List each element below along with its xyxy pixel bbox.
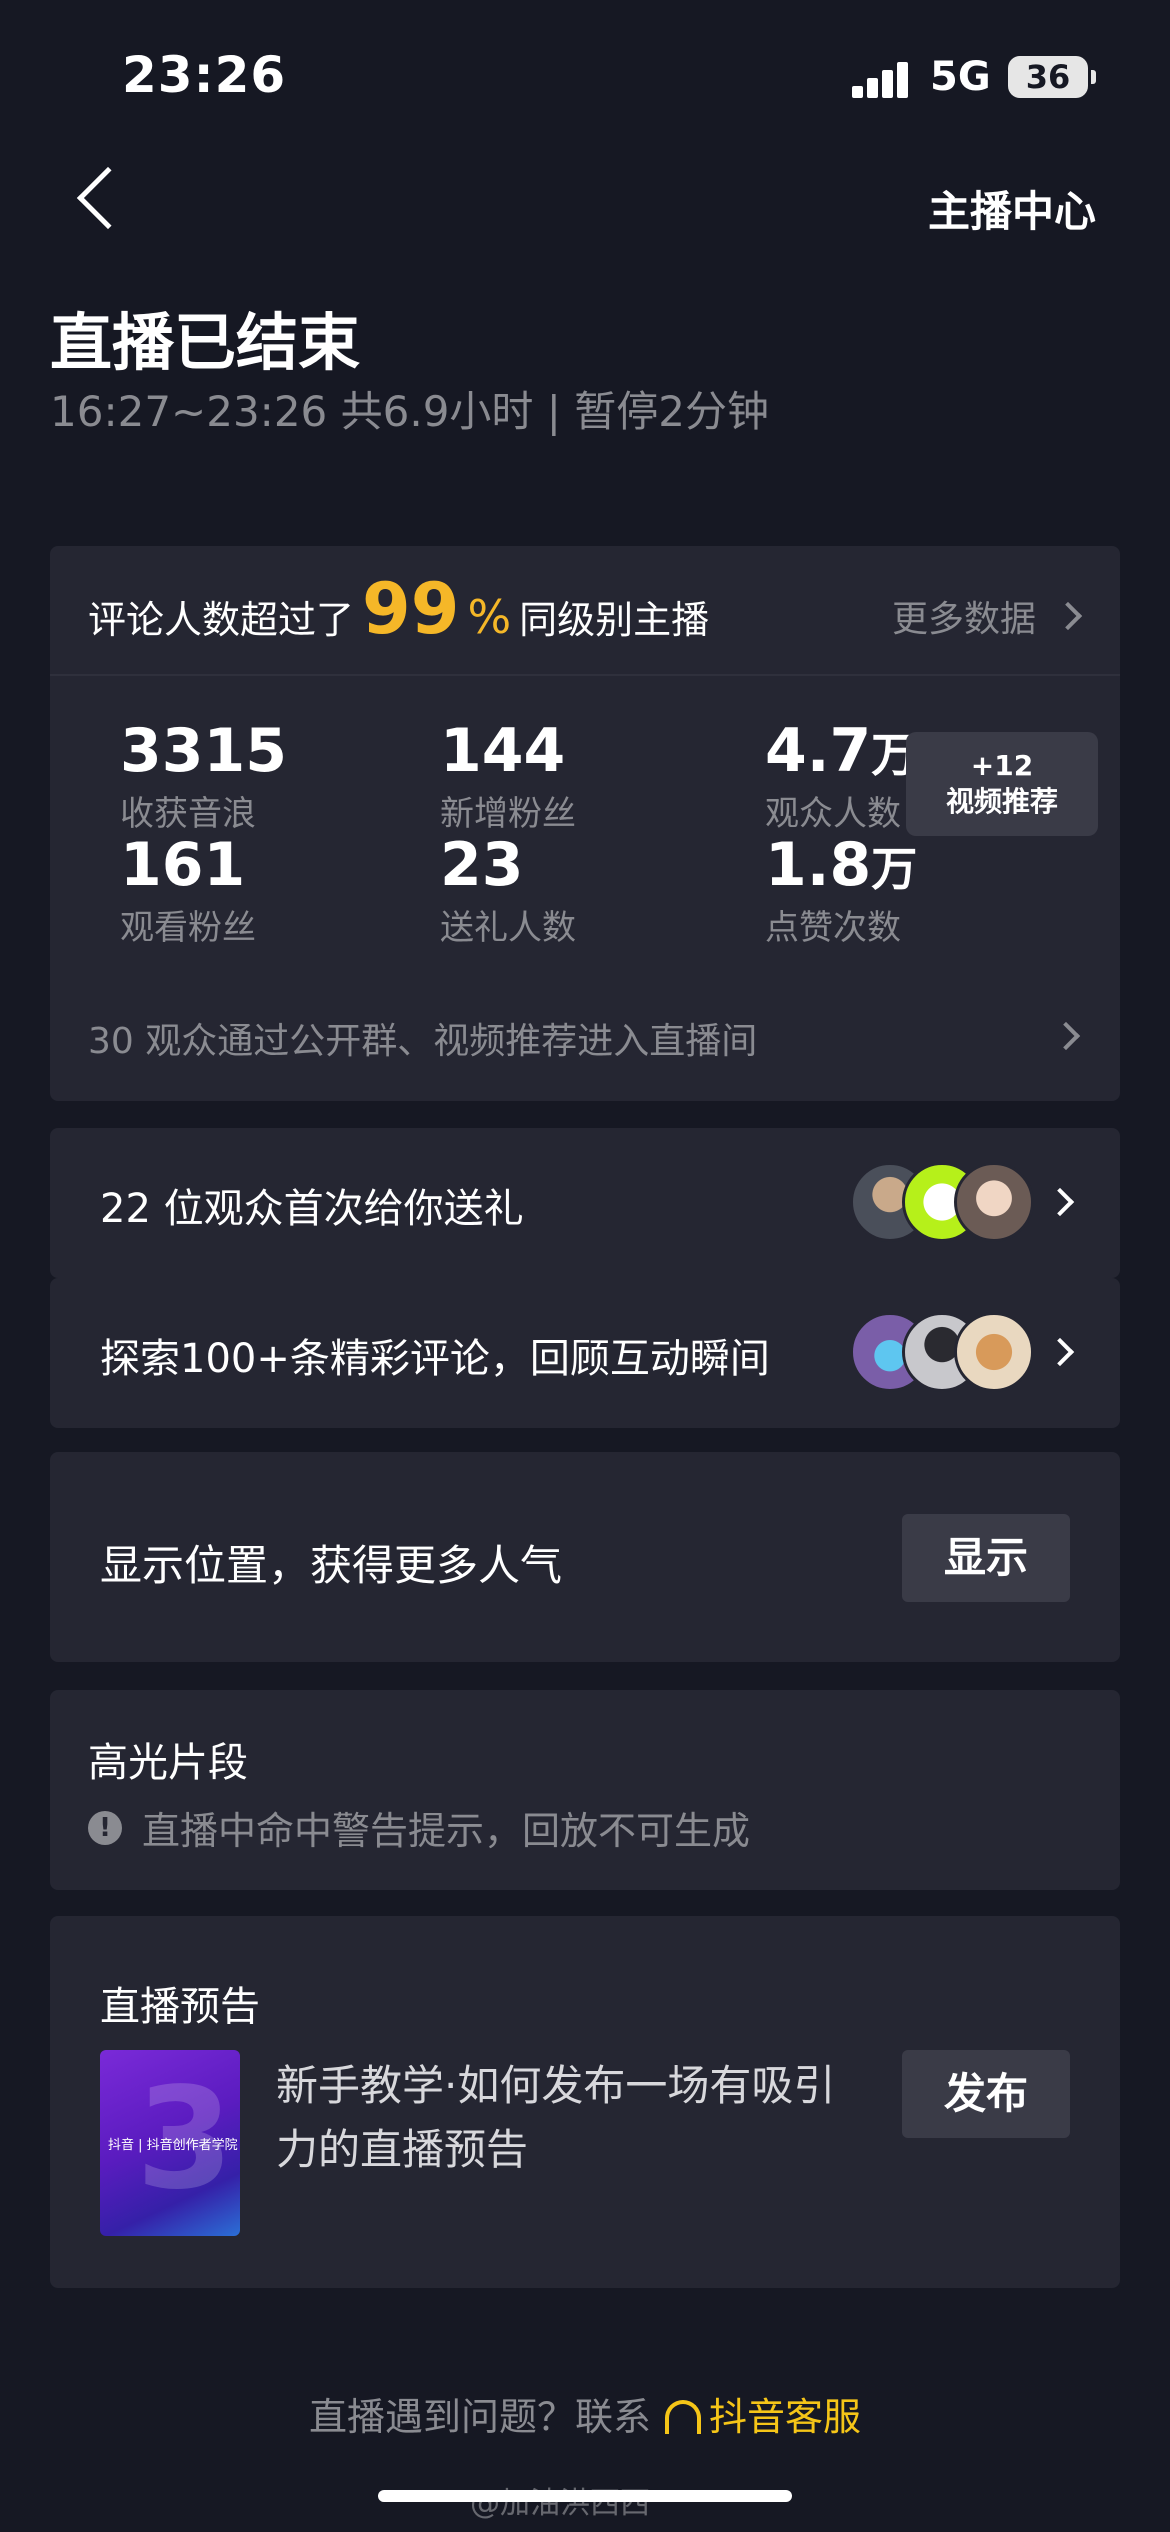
stat-value: 1.8 bbox=[765, 830, 872, 900]
status-time: 23:26 bbox=[122, 46, 287, 104]
stat-label: 收获音浪 bbox=[120, 794, 256, 834]
thumb-brand: 抖音 | 抖音创作者学院 bbox=[108, 2138, 238, 2153]
more-data-label: 更多数据 bbox=[891, 599, 1036, 640]
stat-label: 观众人数 bbox=[765, 794, 901, 834]
gift-avatars bbox=[850, 1162, 1034, 1242]
comment-avatars bbox=[850, 1312, 1034, 1392]
video-recommend-badge[interactable]: +12 视频推荐 bbox=[906, 732, 1098, 836]
stat-value: 161 bbox=[120, 830, 246, 900]
stat-unit: 万 bbox=[871, 842, 918, 896]
highlights-card: 高光片段 ! 直播中命中警告提示，回放不可生成 bbox=[50, 1690, 1120, 1890]
signal-icon bbox=[852, 60, 912, 98]
stats-card: 评论人数超过了 99 % 同级别主播 更多数据 3315 收获音浪 144 新增… bbox=[50, 546, 1120, 1101]
stat-item[interactable]: 144 新增粉丝 bbox=[440, 716, 576, 835]
highlights-warning: ! 直播中命中警告提示，回放不可生成 bbox=[88, 1800, 750, 1855]
chevron-right-icon bbox=[1053, 601, 1083, 631]
chevron-right-icon bbox=[1045, 1337, 1075, 1367]
entry-source-link[interactable]: 30 观众通过公开群、视频推荐进入直播间 bbox=[88, 1012, 757, 1064]
live-preview-card: 直播预告 3 抖音 | 抖音创作者学院 新手教学·如何发布一场有吸引力的直播预告… bbox=[50, 1916, 1120, 2288]
stat-item[interactable]: 4.7万 观众人数 bbox=[765, 716, 917, 835]
stat-label: 新增粉丝 bbox=[440, 794, 576, 834]
comment-rank: 评论人数超过了 99 % 同级别主播 bbox=[88, 568, 710, 650]
warning-icon: ! bbox=[88, 1810, 122, 1845]
chevron-right-icon bbox=[1051, 1021, 1081, 1051]
stat-value: 23 bbox=[440, 830, 524, 900]
rank-prefix: 评论人数超过了 bbox=[88, 598, 355, 642]
preview-description[interactable]: 新手教学·如何发布一场有吸引力的直播预告 bbox=[276, 2054, 836, 2182]
more-data-link[interactable]: 更多数据 bbox=[891, 590, 1083, 642]
rank-percent-sign: % bbox=[467, 590, 512, 644]
stat-label: 送礼人数 bbox=[440, 908, 576, 948]
home-indicator[interactable] bbox=[378, 2490, 792, 2502]
comments-text: 探索100+条精彩评论，回顾互动瞬间 bbox=[100, 1336, 770, 1382]
stat-label: 点赞次数 bbox=[765, 908, 901, 948]
first-gift-text: 22 位观众首次给你送礼 bbox=[100, 1186, 524, 1232]
anchor-center-link[interactable]: 主播中心 bbox=[928, 178, 1096, 239]
chevron-left-icon bbox=[76, 166, 140, 230]
avatar bbox=[954, 1312, 1034, 1392]
stat-item[interactable]: 1.8万 点赞次数 bbox=[765, 830, 917, 949]
avatar bbox=[954, 1162, 1034, 1242]
stat-value: 144 bbox=[440, 716, 566, 786]
publish-button[interactable]: 发布 bbox=[902, 2050, 1070, 2138]
stat-value: 4.7 bbox=[765, 716, 872, 786]
page-title: 直播已结束 bbox=[50, 306, 361, 379]
stat-item[interactable]: 161 观看粉丝 bbox=[120, 830, 256, 949]
highlights-title: 高光片段 bbox=[88, 1740, 248, 1786]
headset-icon bbox=[665, 2400, 701, 2434]
rank-suffix: 同级别主播 bbox=[519, 598, 710, 642]
stat-item[interactable]: 23 送礼人数 bbox=[440, 830, 576, 949]
stat-label: 观看粉丝 bbox=[120, 908, 256, 948]
stat-value: 3315 bbox=[120, 716, 287, 786]
stats-header: 评论人数超过了 99 % 同级别主播 更多数据 bbox=[50, 546, 1120, 676]
footer-prefix: 直播遇到问题？联系 bbox=[308, 2395, 651, 2439]
preview-thumbnail[interactable]: 3 抖音 | 抖音创作者学院 bbox=[100, 2050, 240, 2236]
location-card: 显示位置，获得更多人气 显示 bbox=[50, 1452, 1120, 1662]
stat-item[interactable]: 3315 收获音浪 bbox=[120, 716, 287, 835]
comments-row[interactable]: 探索100+条精彩评论，回顾互动瞬间 bbox=[50, 1278, 1120, 1428]
badge-count: +12 bbox=[970, 749, 1034, 782]
chevron-right-icon bbox=[1045, 1187, 1075, 1217]
footer-help: 直播遇到问题？联系 抖音客服 bbox=[0, 2386, 1170, 2441]
preview-title: 直播预告 bbox=[100, 1984, 260, 2030]
network-label: 5G bbox=[930, 54, 991, 100]
rank-percent: 99 bbox=[362, 568, 460, 650]
back-button[interactable] bbox=[60, 160, 150, 240]
show-location-button[interactable]: 显示 bbox=[902, 1514, 1070, 1602]
live-duration: 16:27~23:26 共6.9小时 | 暂停2分钟 bbox=[50, 387, 769, 436]
first-gift-row[interactable]: 22 位观众首次给你送礼 bbox=[50, 1128, 1120, 1278]
customer-service-link[interactable]: 抖音客服 bbox=[709, 2395, 861, 2439]
badge-label: 视频推荐 bbox=[945, 785, 1058, 818]
warning-text: 直播中命中警告提示，回放不可生成 bbox=[142, 1809, 751, 1853]
battery-icon: 36 bbox=[1008, 56, 1096, 98]
location-prompt: 显示位置，获得更多人气 bbox=[100, 1541, 563, 1590]
